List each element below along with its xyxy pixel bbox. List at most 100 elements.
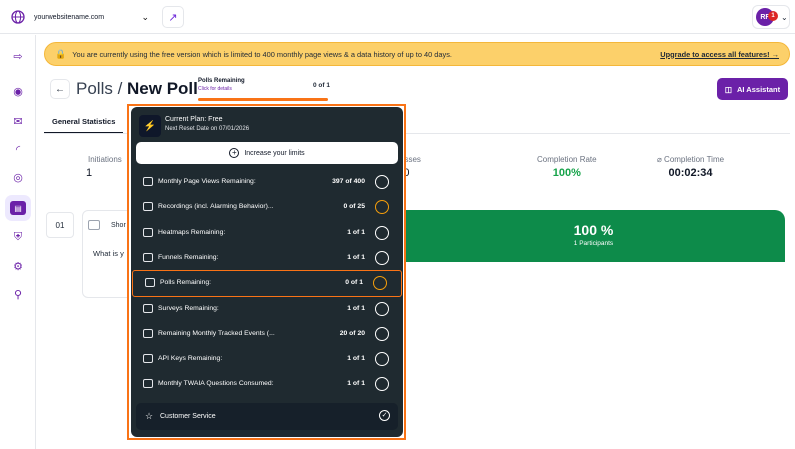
customer-service-button[interactable]: ☆ Customer Service ✓	[136, 403, 398, 430]
website-name: yourwebsitename.com	[34, 13, 105, 21]
stat-value: 100%	[552, 167, 581, 179]
limit-value: 1 of 1	[347, 229, 365, 236]
funnels-icon	[143, 253, 153, 262]
events-icon	[143, 329, 153, 338]
lightning-icon: ⚡	[139, 115, 161, 137]
upgrade-link[interactable]: Upgrade to access all features! →	[660, 50, 779, 59]
stat-initiations: Initiations 1	[86, 155, 122, 179]
increase-limits-label: Increase your limits	[244, 149, 305, 157]
location-pin-icon[interactable]: ⚲	[9, 285, 27, 303]
increase-limits-button[interactable]: + Increase your limits	[136, 142, 398, 164]
heatmaps-icon[interactable]: ◎	[9, 168, 27, 186]
plan-limits-popup: ⚡ Current Plan: Free Next Reset Date on …	[131, 107, 403, 437]
tab-general-statistics[interactable]: General Statistics	[44, 112, 124, 134]
status-circle-icon	[375, 251, 389, 265]
result-banner: 100 % 1 Participants	[402, 210, 785, 262]
limit-value: 1 of 1	[347, 305, 365, 312]
star-icon: ☆	[145, 411, 154, 421]
chat-icon: ◫	[724, 84, 732, 94]
status-circle-icon	[373, 276, 387, 290]
status-circle-icon	[375, 175, 389, 189]
limit-value: 0 of 1	[345, 279, 363, 286]
stat-completion-rate: Completion Rate 100%	[537, 155, 597, 179]
limit-label: Heatmaps Remaining:	[158, 229, 226, 236]
breadcrumb-current: New Poll	[127, 79, 198, 98]
customer-service-label: Customer Service	[160, 413, 216, 420]
limit-row-api-keys: API Keys Remaining: 1 of 1	[131, 347, 403, 372]
polls-usage-bar	[198, 98, 328, 101]
avatar: RF 1	[756, 8, 778, 26]
polls-remaining-indicator[interactable]: Polls Remaining Click for details	[198, 78, 245, 92]
heatmaps-icon	[143, 228, 153, 237]
status-circle-icon	[375, 327, 389, 341]
limit-row-surveys: Surveys Remaining: 1 of 1	[131, 297, 403, 322]
stat-label: ⌀ Completion Time	[657, 155, 725, 164]
inbox-icon[interactable]: ✉	[9, 112, 27, 130]
limit-label: Polls Remaining:	[160, 279, 211, 286]
website-selector[interactable]: yourwebsitename.com ⌄	[10, 6, 155, 28]
status-circle-icon	[375, 200, 389, 214]
limit-label: Remaining Monthly Tracked Events (...	[158, 330, 275, 337]
limit-row-page-views: Monthly Page Views Remaining: 397 of 400	[131, 170, 403, 195]
limit-value: 20 of 20	[339, 330, 365, 337]
polls-remaining-label: Polls Remaining	[198, 78, 245, 84]
lock-icon: 🔒	[55, 48, 67, 59]
reset-date: Next Reset Date on 07/01/2026	[165, 126, 250, 132]
dashboard-icon[interactable]: ◉	[9, 82, 27, 100]
page-views-icon	[143, 177, 153, 186]
limit-label: Monthly Page Views Remaining:	[158, 178, 256, 185]
plan-title: Current Plan: Free	[165, 116, 223, 123]
status-circle-icon	[375, 352, 389, 366]
limit-value: 397 of 400	[332, 178, 365, 185]
polls-remaining-count: 0 of 1	[313, 82, 330, 89]
recordings-icon	[143, 202, 153, 211]
limit-row-tracked-events: Remaining Monthly Tracked Events (... 20…	[131, 322, 403, 347]
short-answer-icon	[88, 220, 100, 230]
result-percentage: 100 %	[573, 222, 614, 238]
collapse-sidebar-icon[interactable]: ⇨	[9, 47, 27, 65]
polls-icon[interactable]: ▤	[5, 195, 31, 221]
top-bar: yourwebsitename.com ⌄ ↗ RF 1 ⌄	[0, 0, 795, 34]
open-website-button[interactable]: ↗	[162, 6, 184, 28]
plus-circle-icon: +	[229, 148, 240, 158]
surveys-icon	[143, 304, 153, 313]
ai-assistant-label: AI Assistant	[737, 84, 781, 94]
polls-remaining-details-link[interactable]: Click for details	[198, 86, 245, 92]
twaia-icon	[143, 379, 153, 388]
back-button[interactable]: ←	[50, 79, 70, 99]
limit-value: 0 of 25	[343, 203, 365, 210]
stat-value: 1	[86, 167, 93, 179]
limit-label: API Keys Remaining:	[158, 355, 223, 362]
limit-row-funnels: Funnels Remaining: 1 of 1	[131, 246, 403, 271]
limit-label: Surveys Remaining:	[158, 305, 219, 312]
shield-icon[interactable]: ⛨	[9, 228, 27, 246]
status-circle-icon	[375, 377, 389, 391]
limit-label: Recordings (incl. Alarming Behavior)...	[158, 203, 274, 210]
ai-assistant-button[interactable]: ◫ AI Assistant	[717, 78, 788, 100]
stat-completion-time: ⌀ Completion Time 00:02:34	[657, 155, 724, 179]
breadcrumb-parent: Polls /	[76, 79, 128, 98]
question-number: 01	[46, 212, 74, 238]
limit-value: 1 of 1	[347, 254, 365, 261]
user-menu[interactable]: RF 1 ⌄	[752, 5, 790, 29]
check-circle-icon: ✓	[379, 410, 390, 421]
page-title: Polls / New Poll	[76, 79, 198, 99]
result-participants: 1 Participants	[573, 240, 614, 247]
status-circle-icon	[375, 226, 389, 240]
notification-badge: 1	[768, 11, 778, 21]
limit-label: Funnels Remaining:	[158, 254, 219, 261]
recordings-icon[interactable]: ◜	[9, 140, 27, 158]
limit-row-twaia: Monthly TWAIA Questions Consumed: 1 of 1	[131, 372, 403, 397]
sidebar: ⇨ ◉ ✉ ◜ ◎ ▤ ⛨ ⚙ ⚲	[0, 35, 36, 449]
api-keys-icon	[143, 354, 153, 363]
stat-label: Completion Rate	[537, 155, 597, 164]
gear-icon[interactable]: ⚙	[9, 257, 27, 275]
arrow-left-icon: ←	[55, 83, 65, 95]
stat-label: Initiations	[88, 155, 122, 164]
question-type: Shor	[111, 222, 126, 229]
external-link-icon: ↗	[168, 11, 178, 24]
banner-message: You are currently using the free version…	[72, 49, 452, 59]
limit-label: Monthly TWAIA Questions Consumed:	[158, 380, 274, 387]
stat-value: 00:02:34	[668, 167, 713, 179]
limit-value: 1 of 1	[347, 355, 365, 362]
